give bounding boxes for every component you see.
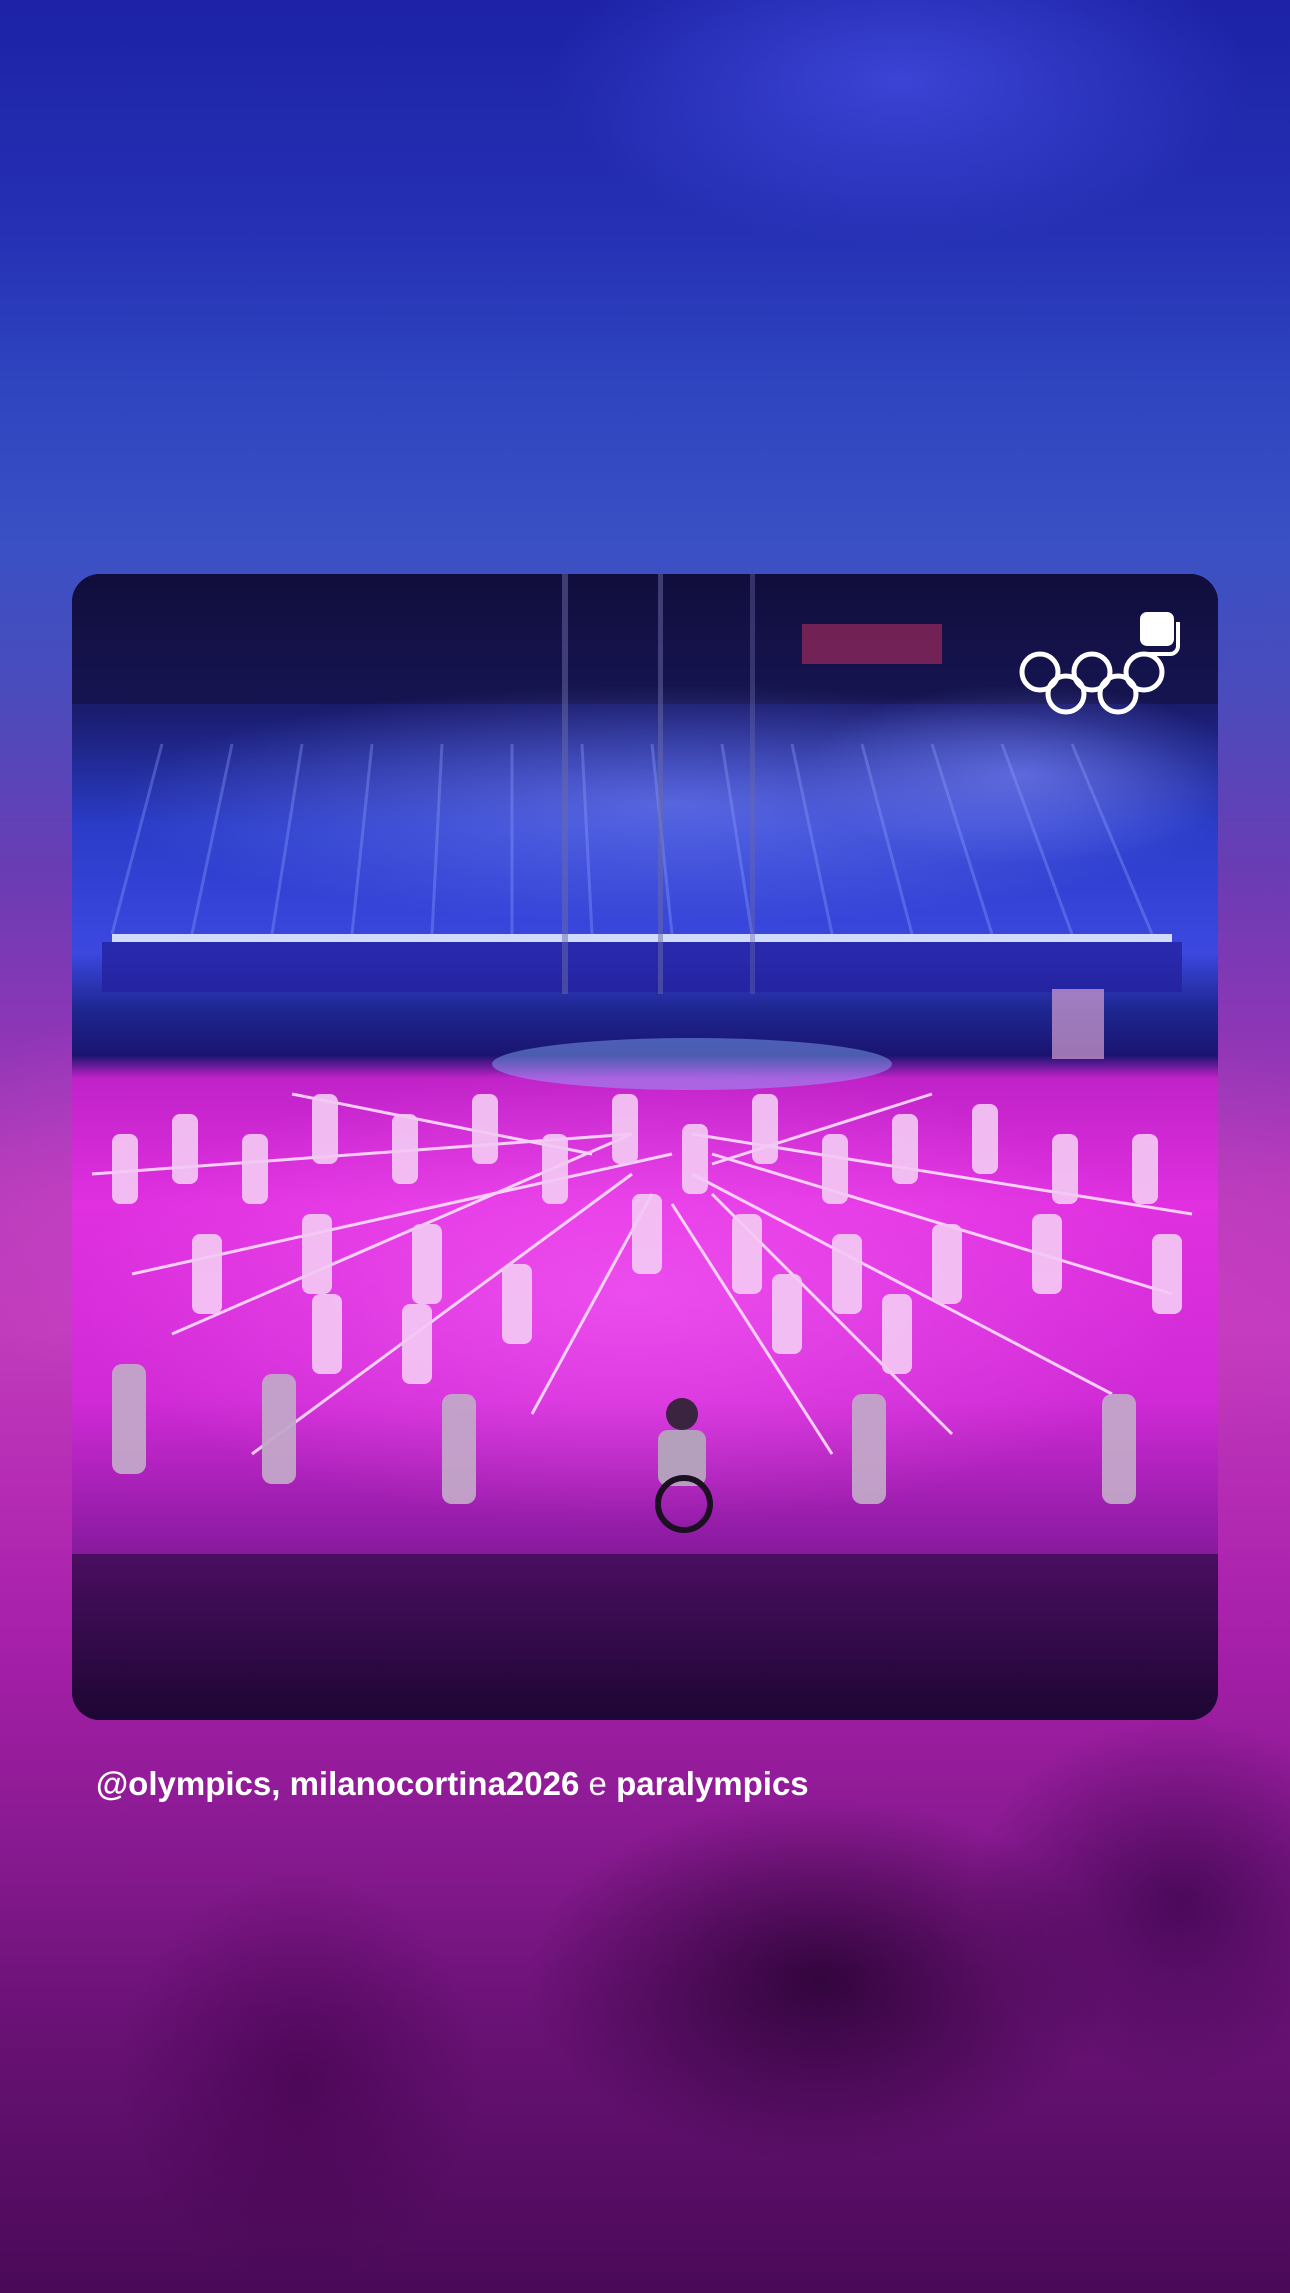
post-author-caption[interactable]: @olympics, milanocortina2026 e paralympi… [96,1760,809,1808]
caption-conjunction: e [588,1765,607,1802]
mention-handles[interactable]: @olympics, milanocortina2026 [96,1765,579,1802]
multi-photo-badge-icon [1140,612,1180,656]
post-photo [72,574,1218,1720]
story-screen: @olympics, milanocortina2026 e paralympi… [0,0,1290,2293]
shared-post-card[interactable] [72,574,1218,1720]
mention-handle-last[interactable]: paralympics [616,1765,809,1802]
olympic-rings-icon [1019,651,1165,715]
